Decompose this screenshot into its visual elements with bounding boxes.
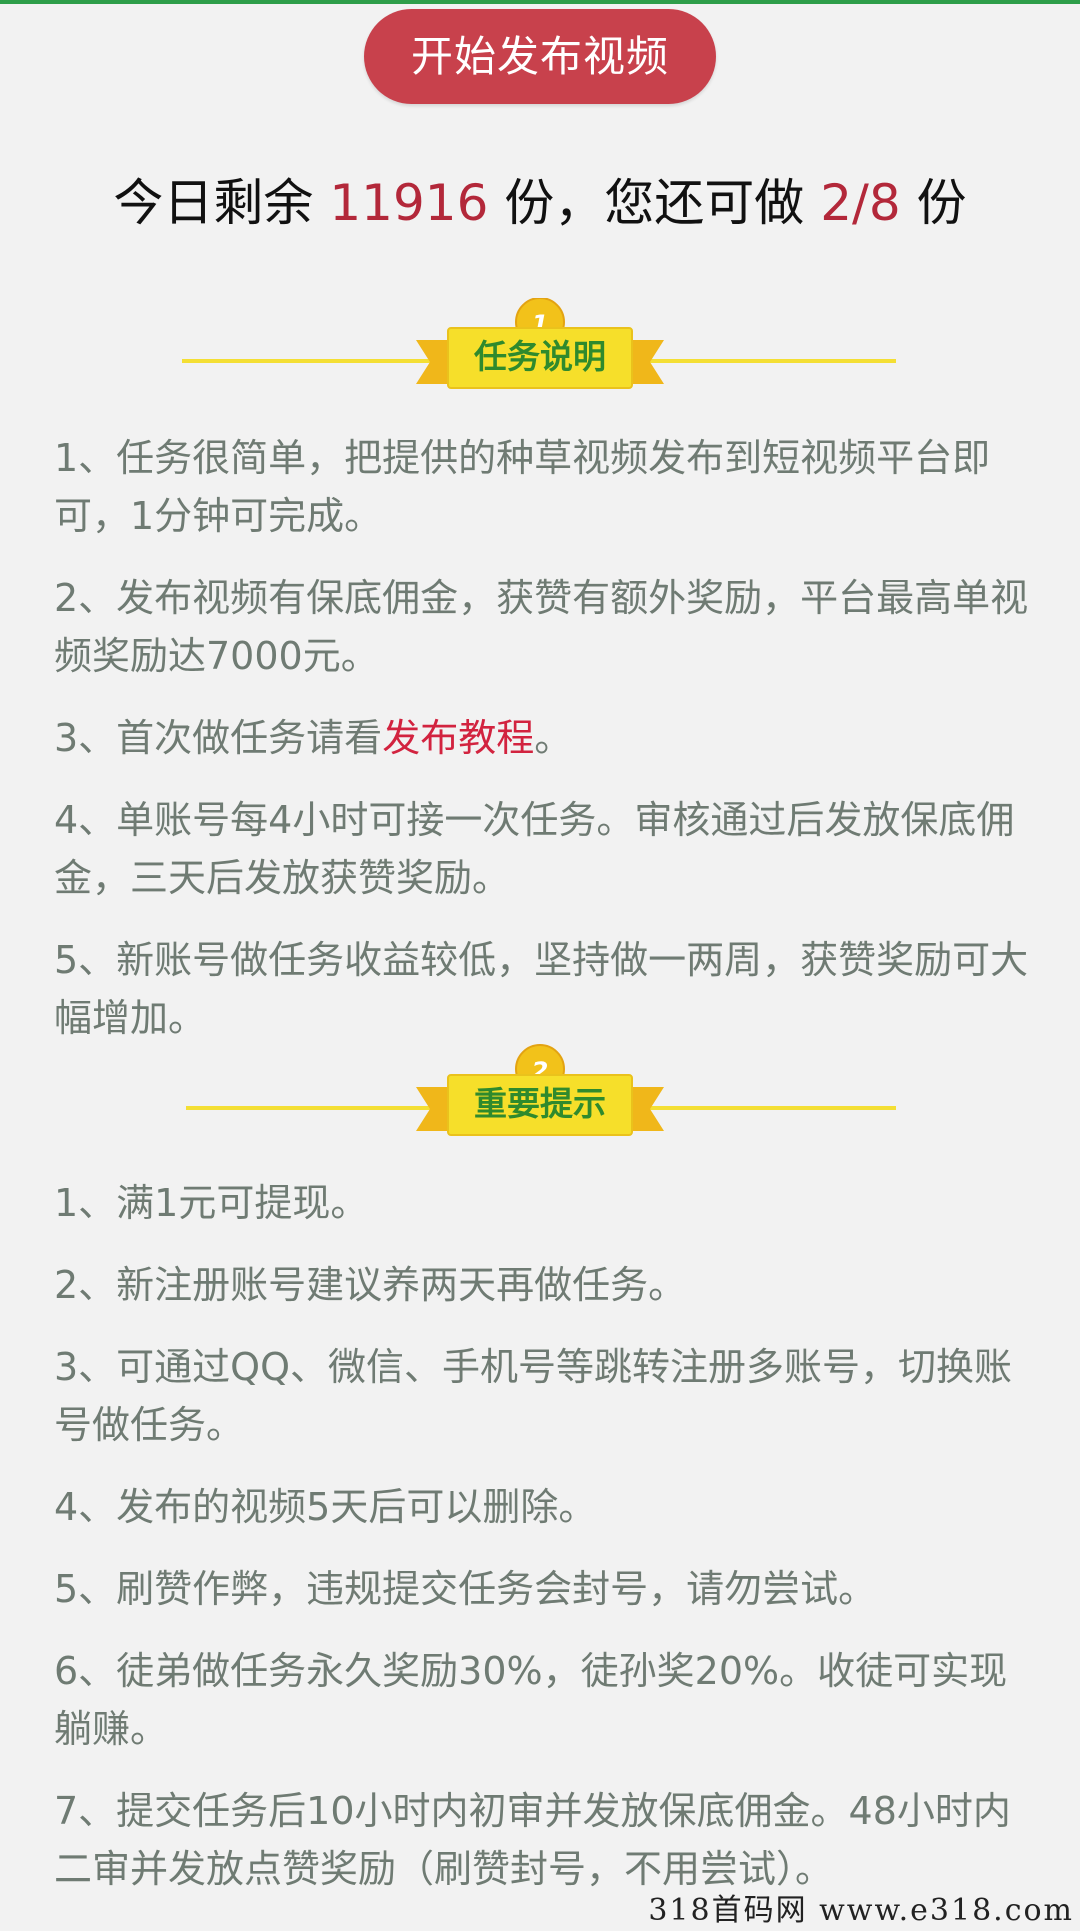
list-item: 2、发布视频有保底佣金，获赞有额外奖励，平台最高单视频奖励达7000元。 bbox=[54, 576, 1029, 678]
remaining-prefix: 今日剩余 bbox=[113, 174, 330, 232]
list-item: 4、发布的视频5天后可以删除。 bbox=[54, 1485, 597, 1529]
list-item-text: 3、首次做任务请看 bbox=[54, 716, 383, 760]
publish-tutorial-link[interactable]: 发布教程 bbox=[382, 716, 534, 760]
start-publish-button[interactable]: 开始发布视频 bbox=[364, 9, 716, 104]
list-item: 5、新账号做任务收益较低，坚持做一两周，获赞奖励可大幅增加。 bbox=[54, 938, 1029, 1040]
section-title: 重要提示 bbox=[474, 1084, 606, 1123]
task-description-list: 1、任务很简单，把提供的种草视频发布到短视频平台即可，1分钟可完成。 2、发布视… bbox=[54, 429, 1034, 1071]
list-item: 7、提交任务后10小时内初审并发放保底佣金。48小时内二审并发放点赞奖励（刷赞封… bbox=[54, 1789, 1011, 1891]
remaining-count: 11916 bbox=[329, 174, 489, 232]
important-tips-list: 1、满1元可提现。 2、新注册账号建议养两天再做任务。 3、可通过QQ、微信、手… bbox=[54, 1174, 1034, 1922]
section-title: 任务说明 bbox=[474, 337, 606, 376]
remaining-quota-text: 今日剩余 11916 份，您还可做 2/8 份 bbox=[0, 168, 1080, 238]
remaining-middle: 份，您还可做 bbox=[488, 174, 821, 232]
remaining-suffix: 份 bbox=[900, 174, 967, 232]
list-item: 5、刷赞作弊，违规提交任务会封号，请勿尝试。 bbox=[54, 1567, 877, 1611]
list-item: 4、单账号每4小时可接一次任务。审核通过后发放保底佣金，三天后发放获赞奖励。 bbox=[54, 798, 1015, 900]
list-item: 2、新注册账号建议养两天再做任务。 bbox=[54, 1263, 687, 1307]
list-item-text: 。 bbox=[534, 716, 573, 760]
section-banner-important-tips: 2 重要提示 bbox=[0, 1044, 1080, 1144]
list-item: 6、徒弟做任务永久奖励30%，徒孙奖20%。收徒可实现躺赚。 bbox=[54, 1649, 1008, 1751]
section-banner-task-description: 1 任务说明 bbox=[0, 298, 1080, 398]
list-item: 1、满1元可提现。 bbox=[54, 1181, 369, 1225]
list-item: 3、可通过QQ、微信、手机号等跳转注册多账号，切换账号做任务。 bbox=[54, 1345, 1012, 1447]
list-item: 3、首次做任务请看发布教程。 bbox=[54, 709, 1034, 767]
remaining-quota: 2/8 bbox=[820, 174, 901, 232]
list-item: 1、任务很简单，把提供的种草视频发布到短视频平台即可，1分钟可完成。 bbox=[54, 436, 991, 538]
watermark: 318首码网 www.e318.com bbox=[648, 1893, 1074, 1928]
top-strip bbox=[0, 0, 1080, 4]
